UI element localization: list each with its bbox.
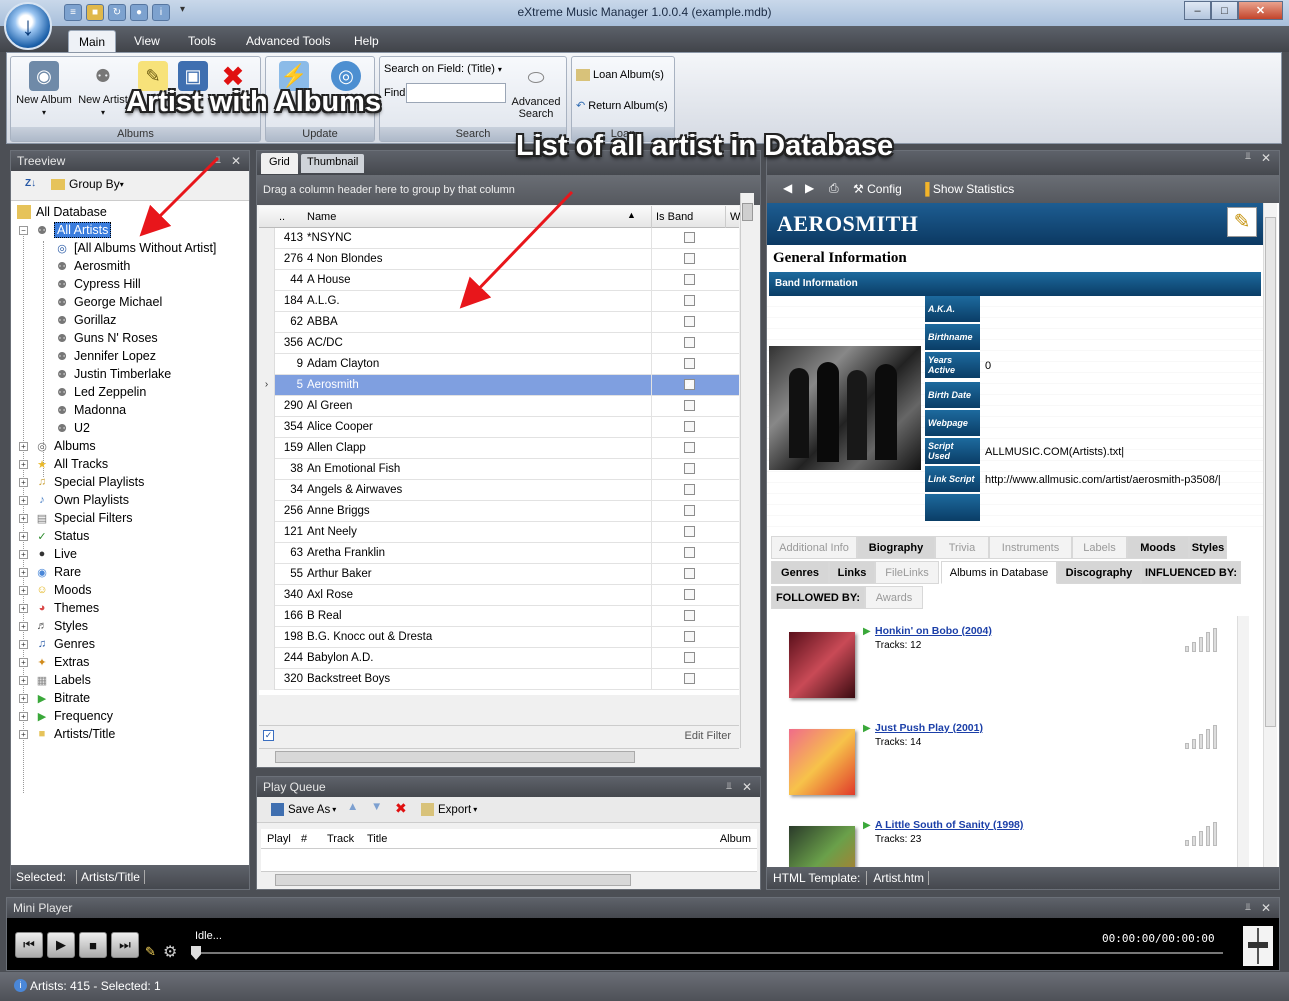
app-logo-icon: ↓ bbox=[21, 10, 35, 41]
arrow-to-all-artists bbox=[139, 156, 220, 237]
app-menu-button[interactable]: ↓ bbox=[4, 2, 52, 50]
arrow-to-artist-grid bbox=[459, 190, 574, 309]
annotation-arrows bbox=[139, 156, 574, 309]
